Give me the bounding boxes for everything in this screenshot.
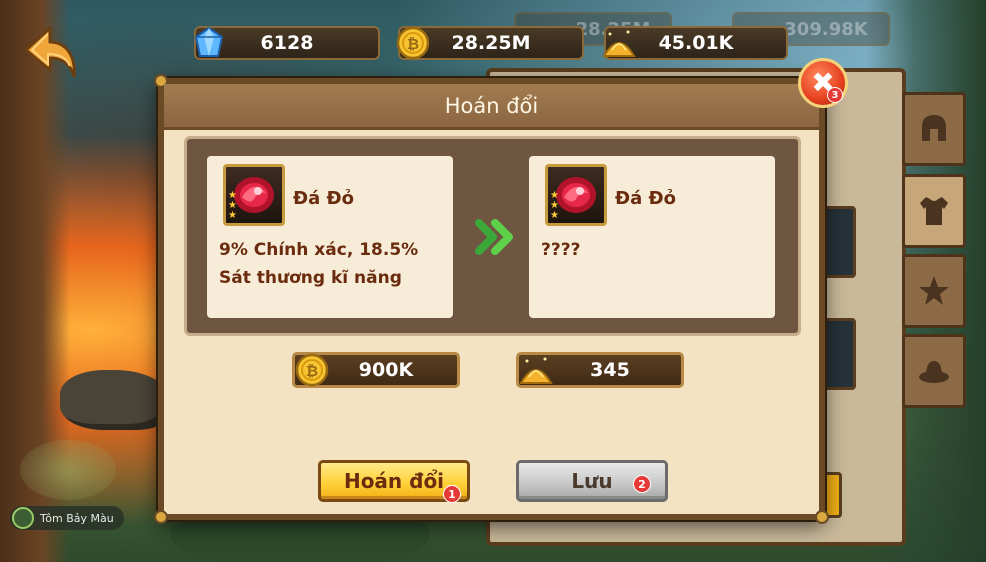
- character-avatar: [20, 440, 116, 500]
- tab-hat[interactable]: [902, 334, 966, 408]
- back-arrow-icon: [24, 26, 76, 78]
- leaf-icon: [12, 507, 34, 529]
- gold-coin-icon: ₿: [295, 353, 329, 387]
- current-item-slot[interactable]: ★ ★ ★: [223, 164, 285, 226]
- back-button[interactable]: [20, 22, 82, 84]
- character-name: Tôm Bảy Màu: [40, 511, 114, 525]
- dialog-title: Hoán đổi: [444, 93, 539, 118]
- save-button[interactable]: Lưu 2: [516, 460, 668, 502]
- tab-armor[interactable]: [902, 174, 966, 248]
- currency-dust: 45.01K: [602, 26, 788, 60]
- result-item-name: Đá Đỏ: [615, 188, 676, 209]
- item-comparison: ★ ★ ★ Đá Đỏ 9% Chính xác, 18.5% Sát thươ…: [184, 136, 801, 336]
- cost-gold-value: 900K: [358, 359, 414, 381]
- gold-dust-pile-icon: [519, 357, 553, 384]
- currency-gems: 6128: [194, 26, 380, 60]
- swap-dialog: Hoán đổi ★ ★ ★ Đá Đỏ 9% Chính xác, 18.5%…: [154, 74, 829, 524]
- gems-value: 6128: [260, 32, 314, 54]
- swap-button[interactable]: Hoán đổi 1: [318, 460, 470, 503]
- svg-text:₿: ₿: [306, 362, 318, 380]
- ghost-other-value: 309.98K: [784, 18, 868, 40]
- hat-icon: [919, 361, 949, 383]
- dialog-corner: [154, 510, 168, 524]
- dust-value: 45.01K: [658, 32, 734, 54]
- rock-decoration: [60, 370, 170, 430]
- shirt-icon: [920, 197, 948, 225]
- star-emblem-icon: [919, 276, 949, 305]
- character-name-badge: Tôm Bảy Màu: [10, 506, 124, 530]
- cost-dust-value: 345: [590, 359, 630, 381]
- swap-button-label: Hoán đổi: [343, 469, 445, 493]
- star-icon: ★: [550, 210, 559, 221]
- dialog-header: Hoán đổi: [164, 84, 819, 130]
- cost-gold: ₿ 900K: [292, 352, 460, 388]
- currency-gold: ₿ 28.25M: [396, 26, 584, 60]
- tab-accessory[interactable]: [902, 254, 966, 328]
- item-stars: ★ ★ ★: [228, 191, 242, 221]
- gold-value: 28.25M: [451, 32, 531, 54]
- item-stars: ★ ★ ★: [550, 191, 564, 221]
- result-item-stats: ????: [541, 240, 581, 260]
- close-badge: 3: [827, 87, 843, 103]
- result-item-card: ★ ★ ★ Đá Đỏ ????: [529, 156, 775, 318]
- gold-dust-pile-icon: [602, 30, 636, 57]
- gem-icon: [194, 26, 224, 57]
- swap-badge: 1: [443, 485, 461, 503]
- double-chevron-right-icon: [475, 219, 513, 255]
- tab-helmet[interactable]: [902, 92, 966, 166]
- star-icon: ★: [228, 210, 237, 221]
- close-button[interactable]: ✖ 3: [798, 58, 848, 108]
- current-item-card: ★ ★ ★ Đá Đỏ 9% Chính xác, 18.5% Sát thươ…: [207, 156, 453, 318]
- result-item-slot[interactable]: ★ ★ ★: [545, 164, 607, 226]
- helmet-icon: [922, 115, 946, 141]
- gold-coin-icon: ₿: [396, 26, 430, 60]
- svg-text:₿: ₿: [407, 35, 419, 53]
- save-button-label: Lưu: [571, 469, 613, 493]
- dialog-corner: [815, 510, 829, 524]
- save-badge: 2: [633, 475, 651, 493]
- cost-dust: 345: [516, 352, 684, 388]
- current-item-stats: 9% Chính xác, 18.5% Sát thương kĩ năng: [219, 240, 419, 288]
- current-item-name: Đá Đỏ: [293, 188, 354, 209]
